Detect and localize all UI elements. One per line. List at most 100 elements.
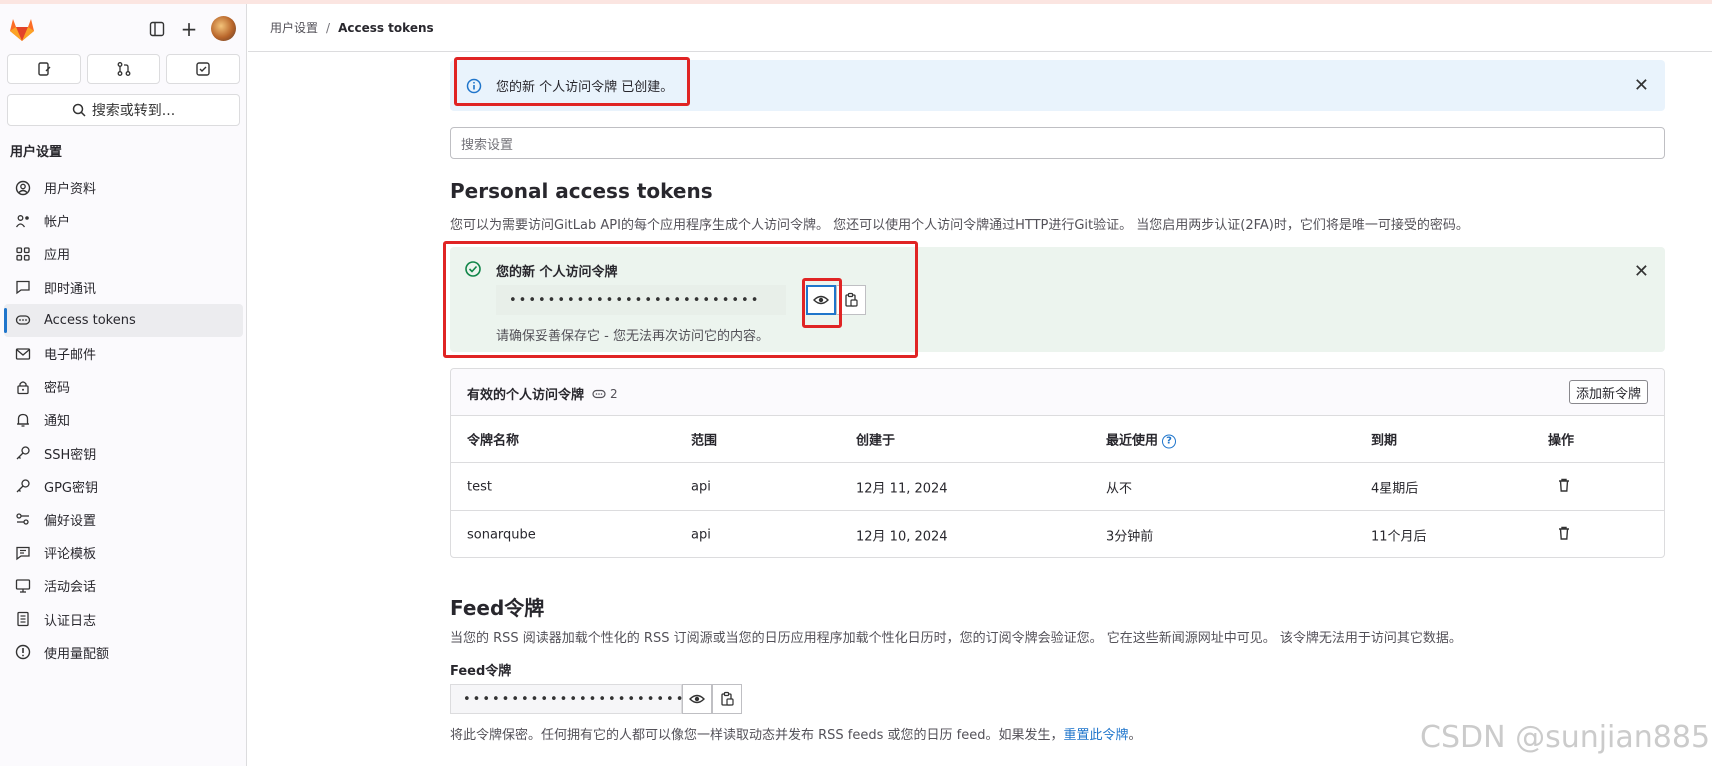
copy-feed-token-button[interactable] xyxy=(712,684,742,714)
feed-token-field[interactable]: •••••••••••••••••••••••••• xyxy=(450,684,712,714)
search-or-go-button[interactable]: 搜索或转到... xyxy=(7,94,240,126)
active-tokens-title: 有效的个人访问令牌 xyxy=(467,388,585,403)
feed-token-value: •••••••••••••••••••••••••• xyxy=(463,691,715,707)
plus-icon[interactable]: + xyxy=(176,16,202,42)
sidebar-item-label: 使用量配额 xyxy=(44,646,110,662)
gitlab-logo-icon[interactable] xyxy=(8,16,36,42)
pat-title: Personal access tokens xyxy=(450,179,713,203)
sidebar-item-label: 认证日志 xyxy=(44,613,97,629)
breadcrumb-current[interactable]: Access tokens xyxy=(338,21,434,35)
sidebar-item-12[interactable]: 活动会话 xyxy=(0,569,247,602)
token-created: 12月 10, 2024 xyxy=(856,529,948,544)
highlight-box xyxy=(454,57,690,106)
sidebar-item-label: 评论模板 xyxy=(44,547,97,563)
token-expires: 11个月后 xyxy=(1371,529,1427,544)
watermark: CSDN @sunjian885 xyxy=(1420,720,1711,755)
search-label: 搜索或转到... xyxy=(91,103,176,119)
feed-label: Feed令牌 xyxy=(450,664,512,679)
sidebar-item-1[interactable]: 帐户 xyxy=(0,204,247,237)
table-header: 令牌名称 范围 创建于 最近使用? 到期 操作 xyxy=(451,416,1664,463)
comment-icon xyxy=(14,544,32,562)
sidebar-top: + xyxy=(0,4,247,50)
token-scope: api xyxy=(691,527,711,542)
feed-note-text: 将此令牌保密。任何拥有它的人都可以像您一样读取动态并发布 RSS feeds 或… xyxy=(450,728,1064,743)
sidebar-item-14[interactable]: 使用量配额 xyxy=(0,636,247,669)
sidebar-item-4[interactable]: Access tokens xyxy=(4,303,243,337)
sidebar-item-label: 帐户 xyxy=(44,215,71,231)
breadcrumb-parent[interactable]: 用户设置 xyxy=(270,19,318,36)
sidebar-item-9[interactable]: GPG密钥 xyxy=(0,470,247,503)
sidebar-item-label: 偏好设置 xyxy=(44,513,97,529)
help-icon[interactable]: ? xyxy=(1162,434,1177,448)
sidebar-item-label: GPG密钥 xyxy=(44,480,98,496)
sidebar-item-3[interactable]: 即时通讯 xyxy=(0,271,247,304)
todo-button[interactable] xyxy=(166,54,241,84)
trash-icon[interactable] xyxy=(1556,477,1572,497)
sidebar-item-11[interactable]: 评论模板 xyxy=(0,536,247,569)
avatar[interactable] xyxy=(211,16,236,41)
quota-icon xyxy=(14,643,32,661)
feed-note-end: 。 xyxy=(1128,728,1142,743)
issues-icon xyxy=(38,62,51,76)
token-icon xyxy=(592,389,606,398)
table-row: test api 12月 11, 2024 从不 4星期后 xyxy=(451,464,1664,511)
sidebar-item-label: 用户资料 xyxy=(44,182,97,198)
eye-icon xyxy=(689,694,705,704)
sidebar-nav: 用户资料帐户应用 即时通讯 Access tokens 电子邮件 密码通知 SSH密钥 GP… xyxy=(0,171,247,669)
monitor-icon xyxy=(14,577,32,595)
sidebar-section-title: 用户设置 xyxy=(10,145,63,160)
log-icon xyxy=(14,610,32,628)
feed-description: 当您的 RSS 阅读器加载个性化的 RSS 订阅源或当您的日历应用程序加载个性化… xyxy=(450,631,1462,646)
sidebar-item-13[interactable]: 认证日志 xyxy=(0,602,247,635)
sidebar-item-8[interactable]: SSH密钥 xyxy=(0,437,247,470)
token-icon xyxy=(14,311,32,329)
sidebar-item-5[interactable]: 电子邮件 xyxy=(0,337,247,370)
reset-token-link[interactable]: 重置此令牌 xyxy=(1064,728,1129,743)
search-settings-placeholder: 搜索设置 xyxy=(461,137,514,153)
add-token-button[interactable]: 添加新令牌 xyxy=(1568,380,1648,404)
column-header: 范围 xyxy=(691,433,718,449)
active-tokens-header: 有效的个人访问令牌 2 添加新令牌 xyxy=(451,369,1664,416)
search-icon xyxy=(72,103,86,117)
token-name: sonarqube xyxy=(467,527,536,542)
breadcrumb-separator: / xyxy=(326,20,331,35)
account-icon xyxy=(14,212,32,230)
issues-button[interactable] xyxy=(7,54,81,84)
close-icon[interactable]: ✕ xyxy=(1634,261,1649,282)
close-icon[interactable]: ✕ xyxy=(1634,75,1649,96)
todo-icon xyxy=(196,62,210,76)
breadcrumb: 用户设置 / Access tokens xyxy=(248,4,1712,52)
active-tokens-card: 有效的个人访问令牌 2 添加新令牌 令牌名称 范围 创建于 最近使用? 到期 操… xyxy=(450,368,1665,558)
reveal-feed-token-button[interactable] xyxy=(682,684,712,714)
sidebar-item-label: 活动会话 xyxy=(44,580,97,596)
token-last-used: 3分钟前 xyxy=(1106,529,1154,544)
trash-icon[interactable] xyxy=(1556,525,1572,545)
sidebar-item-2[interactable]: 应用 xyxy=(0,237,247,270)
key-icon xyxy=(14,477,32,495)
column-header-last-used: 最近使用? xyxy=(1106,430,1177,449)
chat-icon xyxy=(14,278,32,296)
sidebar-toggle-icon[interactable] xyxy=(144,16,170,42)
highlight-box xyxy=(443,241,918,358)
user-profile-icon xyxy=(14,179,32,197)
sidebar-item-label: SSH密钥 xyxy=(44,447,97,463)
feed-title: Feed令牌 xyxy=(450,596,545,620)
bell-icon xyxy=(14,411,32,429)
column-header: 操作 xyxy=(1548,433,1575,449)
token-count-value: 2 xyxy=(610,386,618,401)
feed-note: 将此令牌保密。任何拥有它的人都可以像您一样读取动态并发布 RSS feeds 或… xyxy=(450,724,1142,743)
merge-requests-button[interactable] xyxy=(86,54,161,84)
column-header: 创建于 xyxy=(856,433,896,449)
sidebar-item-10[interactable]: 偏好设置 xyxy=(0,503,247,536)
sidebar-item-6[interactable]: 密码 xyxy=(0,370,247,403)
sidebar-item-0[interactable]: 用户资料 xyxy=(0,171,247,204)
search-settings-input[interactable]: 搜索设置 xyxy=(450,127,1665,159)
token-expires: 4星期后 xyxy=(1371,481,1419,497)
key-icon xyxy=(14,444,32,462)
pat-description: 您可以为需要访问GitLab API的每个应用程序生成个人访问令牌。 您还可以使… xyxy=(450,218,1469,233)
token-count: 2 xyxy=(592,387,618,401)
token-name: test xyxy=(467,479,492,495)
table-row: sonarqube api 12月 10, 2024 3分钟前 11个月后 xyxy=(451,511,1664,558)
sidebar-item-label: 通知 xyxy=(44,414,71,430)
sidebar-item-7[interactable]: 通知 xyxy=(0,403,247,436)
